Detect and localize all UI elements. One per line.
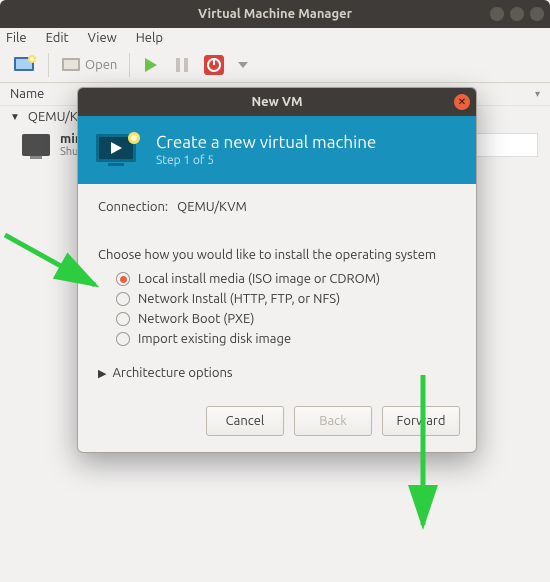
radio-import-disk[interactable]: Import existing disk image xyxy=(116,332,456,346)
back-button[interactable]: Back xyxy=(294,406,372,436)
pause-button[interactable] xyxy=(170,52,194,78)
radio-label: Network Install (HTTP, FTP, or NFS) xyxy=(138,292,340,306)
radio-network-install[interactable]: Network Install (HTTP, FTP, or NFS) xyxy=(116,292,456,306)
radio-icon xyxy=(116,272,130,286)
forward-button[interactable]: Forward xyxy=(382,406,460,436)
new-vm-button[interactable] xyxy=(8,52,40,78)
dialog-body: Connection: QEMU/KVM Choose how you woul… xyxy=(78,184,476,394)
header-step: Step 1 of 5 xyxy=(156,154,376,167)
cancel-button[interactable]: Cancel xyxy=(206,406,284,436)
connection-row: Connection: QEMU/KVM xyxy=(98,200,456,214)
radio-local-install[interactable]: Local install media (ISO image or CDROM) xyxy=(116,272,456,286)
open-button[interactable]: Open xyxy=(57,52,121,78)
cancel-label: Cancel xyxy=(226,414,265,428)
open-label: Open xyxy=(85,58,117,72)
separator xyxy=(48,53,49,77)
radio-label: Network Boot (PXE) xyxy=(138,312,254,326)
menubar: File Edit View Help xyxy=(0,28,550,48)
new-vm-dialog: New VM ✕ Create a new virtual machine St… xyxy=(77,87,477,453)
choose-label: Choose how you would like to install the… xyxy=(98,248,456,262)
connection-value: QEMU/KVM xyxy=(177,200,247,214)
arch-label: Architecture options xyxy=(112,366,232,380)
dialog-footer: Cancel Back Forward xyxy=(78,394,476,452)
play-button[interactable] xyxy=(138,52,164,78)
chevron-down-icon: ▾ xyxy=(535,88,540,100)
main-title: Virtual Machine Manager xyxy=(198,7,352,21)
menu-view[interactable]: View xyxy=(88,31,117,45)
close-icon[interactable] xyxy=(530,7,544,21)
radio-icon xyxy=(116,292,130,306)
maximize-icon[interactable] xyxy=(510,7,524,21)
header-title: Create a new virtual machine xyxy=(156,133,376,152)
minimize-icon[interactable] xyxy=(490,7,504,21)
main-titlebar: Virtual Machine Manager xyxy=(0,0,550,28)
radio-label: Local install media (ISO image or CDROM) xyxy=(138,272,380,286)
forward-label: Forward xyxy=(397,414,446,428)
architecture-options[interactable]: ▶ Architecture options xyxy=(98,366,456,380)
back-label: Back xyxy=(319,414,347,428)
power-button[interactable] xyxy=(200,52,228,78)
column-name: Name xyxy=(10,87,44,101)
radio-icon xyxy=(116,332,130,346)
dialog-titlebar: New VM ✕ xyxy=(78,88,476,116)
close-button[interactable]: ✕ xyxy=(454,94,470,110)
dialog-header-text: Create a new virtual machine Step 1 of 5 xyxy=(156,133,376,167)
separator xyxy=(129,53,130,77)
dialog-title: New VM xyxy=(251,95,302,109)
monitor-play-icon xyxy=(94,130,142,170)
radio-network-boot[interactable]: Network Boot (PXE) xyxy=(116,312,456,326)
radio-label: Import existing disk image xyxy=(138,332,291,346)
window-controls xyxy=(490,7,544,21)
connection-label: Connection: xyxy=(98,200,168,214)
menu-edit[interactable]: Edit xyxy=(46,31,69,45)
dialog-header: Create a new virtual machine Step 1 of 5 xyxy=(78,116,476,184)
dropdown-icon[interactable] xyxy=(234,52,252,78)
radio-icon xyxy=(116,312,130,326)
caret-right-icon: ▶ xyxy=(98,367,106,380)
menu-help[interactable]: Help xyxy=(136,31,163,45)
caret-down-icon: ▼ xyxy=(10,111,20,123)
install-method-group: Local install media (ISO image or CDROM)… xyxy=(98,272,456,346)
toolbar: Open xyxy=(0,48,550,83)
monitor-icon xyxy=(22,134,50,156)
menu-file[interactable]: File xyxy=(6,31,27,45)
